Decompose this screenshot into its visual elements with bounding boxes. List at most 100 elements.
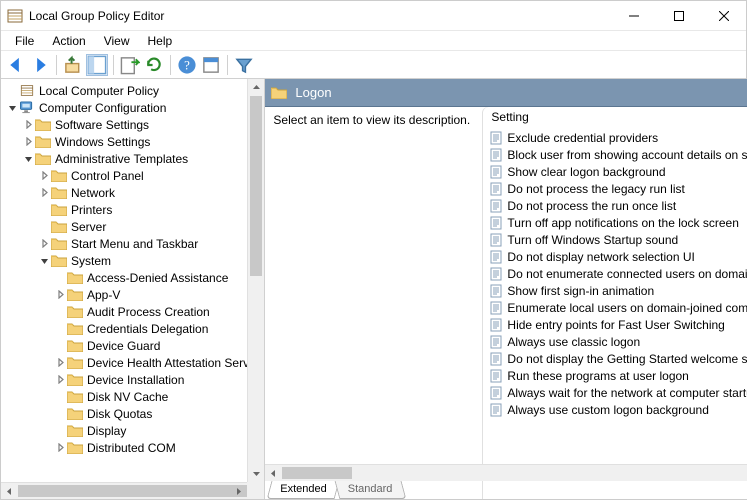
setting-row[interactable]: Turn off Windows Startup sound: [487, 231, 747, 248]
expand-open-icon[interactable]: [37, 254, 51, 268]
tree-server[interactable]: Server: [5, 218, 264, 235]
folder-icon: [67, 339, 83, 352]
setting-row[interactable]: Do not process the run once list: [487, 197, 747, 214]
setting-row[interactable]: Block user from showing account details …: [487, 146, 747, 163]
setting-row[interactable]: Hide entry points for Fast User Switchin…: [487, 316, 747, 333]
tree-windows-settings[interactable]: Windows Settings: [5, 133, 264, 150]
setting-row[interactable]: Show clear logon background: [487, 163, 747, 180]
expand-closed-icon[interactable]: [37, 237, 51, 251]
maximize-button[interactable]: [656, 1, 701, 30]
tree-printers[interactable]: Printers: [5, 201, 264, 218]
menu-view[interactable]: View: [96, 32, 138, 50]
scroll-thumb[interactable]: [250, 96, 262, 276]
expand-closed-icon[interactable]: [21, 135, 35, 149]
menu-file[interactable]: File: [7, 32, 42, 50]
scroll-left-icon[interactable]: [265, 465, 282, 481]
menu-help[interactable]: Help: [140, 32, 181, 50]
tree-start-menu-and-taskbar[interactable]: Start Menu and Taskbar: [5, 235, 264, 252]
setting-row[interactable]: Exclude credential providers: [487, 129, 747, 146]
expand-closed-icon[interactable]: [37, 186, 51, 200]
tree-system-child[interactable]: Distributed COM: [5, 439, 264, 456]
back-button[interactable]: [5, 54, 27, 76]
export-button[interactable]: [119, 54, 141, 76]
setting-row[interactable]: Always wait for the network at computer …: [487, 384, 747, 401]
tree-system-child[interactable]: Audit Process Creation: [5, 303, 264, 320]
tree-root[interactable]: Local Computer Policy: [5, 82, 264, 99]
tree-label: Control Panel: [71, 169, 144, 183]
window-title: Local Group Policy Editor: [29, 9, 164, 23]
tree-vertical-scrollbar[interactable]: [247, 79, 264, 482]
expand-spacer: [53, 339, 67, 353]
expand-open-icon[interactable]: [5, 101, 19, 115]
tree-system-child[interactable]: Device Health Attestation Service: [5, 354, 264, 371]
folder-icon: [51, 237, 67, 250]
svg-text:?: ?: [184, 58, 190, 72]
folder-icon: [51, 220, 67, 233]
tree-system-child[interactable]: Display: [5, 422, 264, 439]
tree-system-child[interactable]: Disk Quotas: [5, 405, 264, 422]
tree-software-settings[interactable]: Software Settings: [5, 116, 264, 133]
up-level-button[interactable]: [62, 54, 84, 76]
setting-row[interactable]: Do not enumerate connected users on doma…: [487, 265, 747, 282]
filter-button[interactable]: [233, 54, 255, 76]
tree-horizontal-scrollbar[interactable]: [1, 482, 247, 499]
setting-row[interactable]: Run these programs at user logon: [487, 367, 747, 384]
tree-label: App-V: [87, 288, 120, 302]
setting-label: Do not process the run once list: [507, 199, 676, 213]
policy-icon: [489, 267, 503, 281]
setting-row[interactable]: Turn off app notifications on the lock s…: [487, 214, 747, 231]
tree-label: Device Installation: [87, 373, 184, 387]
tree-system-child[interactable]: Disk NV Cache: [5, 388, 264, 405]
tree-system-child[interactable]: App-V: [5, 286, 264, 303]
setting-row[interactable]: Show first sign-in animation: [487, 282, 747, 299]
tree-computer-configuration[interactable]: Computer Configuration: [5, 99, 264, 116]
expand-closed-icon[interactable]: [53, 373, 67, 387]
view-tabs: Extended Standard: [269, 481, 402, 499]
expand-closed-icon[interactable]: [53, 356, 67, 370]
folder-icon: [67, 407, 83, 420]
setting-row[interactable]: Do not process the legacy run list: [487, 180, 747, 197]
tree-system[interactable]: System: [5, 252, 264, 269]
tab-standard[interactable]: Standard: [334, 481, 405, 499]
policy-icon: [489, 250, 503, 264]
show-tree-button[interactable]: [86, 54, 108, 76]
close-button[interactable]: [701, 1, 746, 30]
tree-administrative-templates[interactable]: Administrative Templates: [5, 150, 264, 167]
menu-action[interactable]: Action: [44, 32, 93, 50]
setting-row[interactable]: Enumerate local users on domain-joined c…: [487, 299, 747, 316]
scroll-down-icon[interactable]: [248, 465, 264, 482]
expand-closed-icon[interactable]: [53, 288, 67, 302]
setting-row[interactable]: Do not display the Getting Started welco…: [487, 350, 747, 367]
setting-row[interactable]: Do not display network selection UI: [487, 248, 747, 265]
list-horizontal-scrollbar[interactable]: [265, 464, 747, 481]
minimize-button[interactable]: [611, 1, 656, 30]
properties-button[interactable]: [200, 54, 222, 76]
tree-network[interactable]: Network: [5, 184, 264, 201]
setting-label: Do not enumerate connected users on doma…: [507, 267, 747, 281]
scroll-thumb[interactable]: [282, 467, 352, 479]
tree-system-child[interactable]: Device Installation: [5, 371, 264, 388]
forward-button[interactable]: [29, 54, 51, 76]
setting-row[interactable]: Always use classic logon: [487, 333, 747, 350]
tree-system-child[interactable]: Device Guard: [5, 337, 264, 354]
tree-system-child[interactable]: Credentials Delegation: [5, 320, 264, 337]
setting-row[interactable]: Always use custom logon background: [487, 401, 747, 418]
tree-control-panel[interactable]: Control Panel: [5, 167, 264, 184]
setting-label: Enumerate local users on domain-joined c…: [507, 301, 747, 315]
folder-icon: [67, 322, 83, 335]
expand-closed-icon[interactable]: [53, 441, 67, 455]
refresh-button[interactable]: [143, 54, 165, 76]
scroll-up-icon[interactable]: [248, 79, 264, 96]
tab-extended[interactable]: Extended: [267, 481, 340, 499]
help-button[interactable]: ?: [176, 54, 198, 76]
expand-closed-icon[interactable]: [21, 118, 35, 132]
scroll-thumb[interactable]: [18, 485, 258, 497]
expand-closed-icon[interactable]: [37, 169, 51, 183]
scroll-right-icon[interactable]: [230, 483, 247, 499]
scroll-left-icon[interactable]: [1, 483, 18, 499]
expand-open-icon[interactable]: [21, 152, 35, 166]
column-header-setting[interactable]: Setting: [483, 107, 747, 129]
folder-icon: [67, 271, 83, 284]
setting-label: Do not display the Getting Started welco…: [507, 352, 747, 366]
tree-system-child[interactable]: Access-Denied Assistance: [5, 269, 264, 286]
